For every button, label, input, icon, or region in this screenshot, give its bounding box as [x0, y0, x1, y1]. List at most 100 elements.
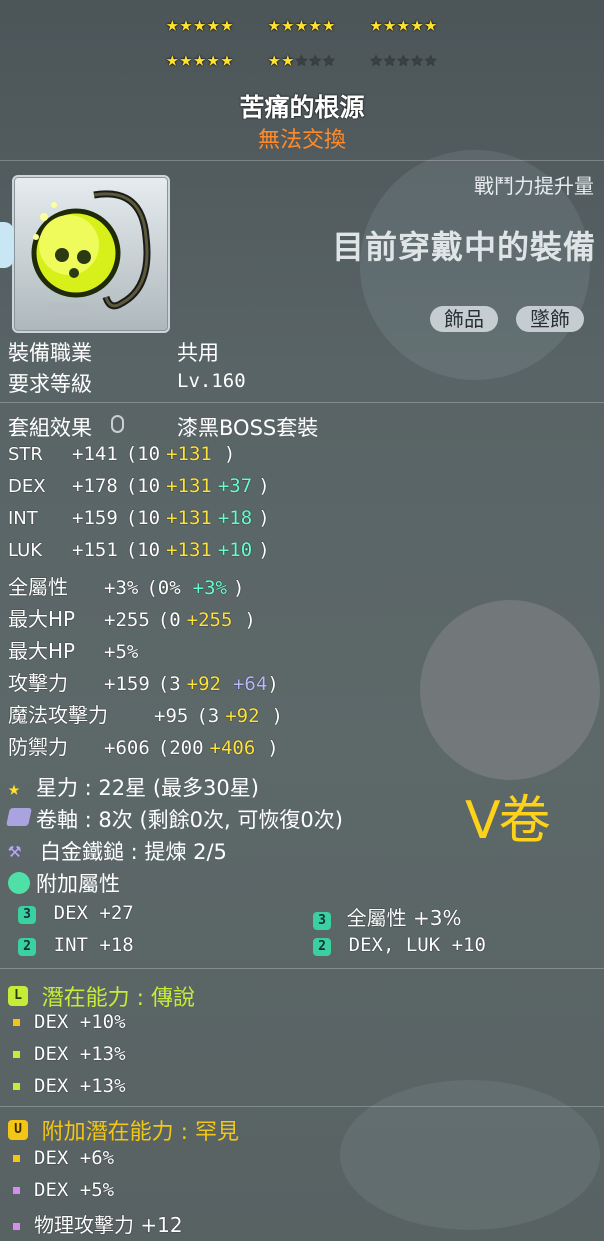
star-force-row-2: ★★★★★ ★★★★★ ★★★★★	[0, 47, 604, 71]
stat-base: (0%	[146, 577, 181, 599]
potential-line: DEX +13%	[13, 1043, 126, 1065]
star-group: ★★	[267, 47, 296, 71]
additional-potential-header: U 附加潛在能力 : 罕見	[8, 1114, 239, 1146]
star-force-row-1: ★★★★★ ★★★★★ ★★★★★	[0, 12, 604, 36]
star-group-empty: ★★★★★	[369, 47, 438, 71]
additional-line: DEX +5%	[13, 1179, 114, 1201]
stat-name: INT	[8, 508, 38, 529]
stat-bonus: +37	[217, 475, 253, 497]
stat-row: 最大HP +5%	[8, 635, 164, 664]
stat-close: )	[244, 609, 256, 631]
divider	[0, 968, 604, 969]
level-value: Lv.160	[177, 370, 246, 392]
tag-subcategory: 墜飾	[516, 306, 584, 332]
job-value: 共用	[177, 341, 219, 365]
stat-bonus: +10	[217, 539, 253, 561]
stat-base: (10	[125, 507, 161, 529]
set-effect-value: 漆黑BOSS套裝	[177, 416, 319, 440]
bonus-stat: 3 全屬性 +3%	[313, 902, 461, 931]
item-name: 苦痛的根源	[239, 93, 365, 122]
hammer-text: 白金鐵鎚 : 提煉 2/5	[40, 840, 227, 864]
bonus-stat-text: 全屬性 +3%	[346, 906, 462, 930]
scroll-text: 卷軸 : 8次 (剩餘0次, 可恢復0次)	[36, 808, 343, 832]
additional-potential-label: 附加潛在能力 : 罕見	[41, 1120, 240, 1145]
stat-bonus: +18	[217, 507, 253, 529]
background-decoration	[420, 600, 600, 780]
stat-name: STR	[8, 444, 43, 465]
tier-badge: 2	[313, 937, 331, 956]
stat-row: INT +159 (10 +131 +18)	[8, 507, 270, 529]
stat-name: DEX	[8, 476, 46, 497]
tier-badge: 3	[18, 905, 36, 924]
star-group: ★★★★★	[166, 12, 235, 36]
bonus-stat: 2 DEX, LUK +10	[313, 934, 486, 956]
star-group-empty: ★★★	[295, 47, 337, 71]
pendant-icon	[31, 190, 151, 313]
divider	[0, 402, 604, 403]
tier-badge: 3	[313, 911, 331, 930]
star-force-text: 星力 : 22星 (最多30星)	[36, 776, 259, 800]
bonus-stat: 3 DEX +27	[18, 902, 134, 924]
stat-total: +178	[72, 475, 118, 497]
stat-name: 攻擊力	[8, 671, 68, 695]
stat-base: (3	[157, 673, 181, 695]
bonus-stat-text: DEX +27	[53, 902, 134, 924]
stat-name: 最大HP	[8, 607, 76, 631]
stat-row: 攻擊力 +159 (3 +92 +64)	[8, 667, 279, 696]
additional-line: 物理攻擊力 +12	[13, 1209, 183, 1238]
potential-line: DEX +13%	[13, 1075, 126, 1097]
star-group: ★★★★★	[369, 12, 438, 36]
stat-row: 防禦力 +606 (200 +406)	[8, 731, 279, 760]
stat-row: 最大HP +255 (0 +255)	[8, 603, 256, 632]
stat-total: +255	[104, 609, 150, 631]
stat-total: +159	[104, 673, 150, 695]
stat-scroll: +92	[186, 673, 221, 695]
stat-name: 全屬性	[8, 575, 68, 599]
divider	[0, 1106, 604, 1107]
stat-close: )	[258, 507, 270, 529]
stat-close: )	[232, 577, 245, 599]
stat-base: (10	[125, 443, 161, 465]
stat-close: )	[267, 673, 279, 695]
unique-badge: U	[8, 1120, 28, 1140]
divider	[0, 160, 604, 161]
stat-base: (0	[157, 609, 181, 631]
additional-line: DEX +6%	[13, 1147, 114, 1169]
background-decoration	[340, 1080, 600, 1230]
level-label: 要求等級	[8, 372, 92, 396]
stat-scroll: +131	[166, 475, 212, 497]
stat-close: )	[271, 705, 283, 727]
legendary-badge: L	[8, 986, 28, 1006]
stat-close: )	[267, 737, 279, 759]
item-icon-frame[interactable]	[12, 175, 170, 333]
potential-header: L 潛在能力 : 傳說	[8, 980, 195, 1012]
bonus-stat-text: INT +18	[53, 934, 134, 956]
bonus-stat: 2 INT +18	[18, 934, 134, 956]
stat-total: +141	[72, 443, 118, 465]
stat-scroll: +131	[166, 443, 212, 465]
potential-label: 潛在能力 : 傳說	[41, 986, 196, 1011]
stat-row: 魔法攻擊力 +95 (3 +92)	[8, 699, 283, 728]
stat-total: +151	[72, 539, 118, 561]
stat-base: (3	[196, 705, 220, 727]
stat-scroll: +92	[225, 705, 260, 727]
trade-status: 無法交換	[257, 128, 346, 153]
stat-scroll: +406	[209, 737, 256, 759]
leaf-icon	[8, 872, 30, 894]
stat-total: +5%	[104, 641, 139, 663]
stat-name: LUK	[8, 540, 43, 561]
side-tab-icon[interactable]	[0, 222, 14, 268]
equipped-label: 目前穿戴中的裝備	[331, 228, 596, 266]
stat-row: STR +141 (10 +131)	[8, 443, 235, 465]
stat-total: +159	[72, 507, 118, 529]
bonus-stats-label: 附加屬性	[36, 872, 120, 896]
tier-badge: 2	[18, 937, 36, 956]
v-scroll-note: V卷	[465, 791, 551, 851]
stat-scroll: +131	[166, 539, 212, 561]
stat-close: )	[223, 443, 236, 465]
scroll-icon	[6, 808, 32, 826]
set-effect-label: 套組效果	[8, 416, 92, 440]
stat-total: +3%	[104, 577, 139, 599]
mouse-icon[interactable]	[111, 415, 124, 433]
star-group: ★★★★★	[166, 47, 235, 71]
